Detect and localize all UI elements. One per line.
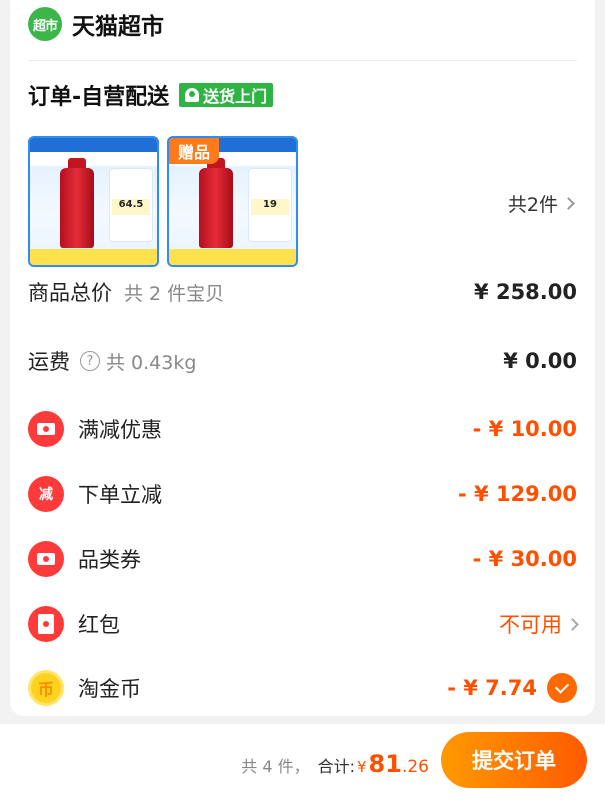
order-total: 共 4 件， 合计: ¥ 81 .26 [241,750,429,778]
shipping-weight: 共 0.43kg [106,351,197,374]
discount-value: - ¥ 30.00 [472,547,577,571]
discount-label: 红包 [78,613,120,637]
product-price-tag: 19 [251,199,289,215]
discount-row[interactable]: 减 下单立减 - ¥ 129.00 [28,474,577,514]
coin-row[interactable]: 币 淘金币 - ¥ 7.74 [28,668,577,708]
footer-bar: 共 4 件， 合计: ¥ 81 .26 提交订单 [0,724,605,800]
person-icon [185,88,200,102]
discount-label: 淘金币 [78,677,141,701]
store-header[interactable]: 超市 天猫超市 [28,6,164,42]
red-envelope-row[interactable]: 红包 不可用 [28,604,579,644]
product-image [60,168,94,248]
total-currency: ¥ [357,758,367,776]
discount-row[interactable]: 满减优惠 - ¥ 10.00 [28,409,577,449]
shipping-label: 运费 [28,350,70,374]
red-envelope-status: 不可用 [499,609,579,639]
coin-icon: 币 [28,670,64,706]
item-count-label: 共2件 [507,194,558,216]
chevron-right-icon [566,617,579,631]
total-integer: 81 [368,750,402,778]
total-label: 合计: [317,757,355,776]
chevron-right-icon [562,197,575,210]
question-icon[interactable]: ? [80,351,100,371]
checkmark-icon[interactable] [547,673,577,703]
store-logo: 超市 [28,7,62,41]
coin-value: - ¥ 7.74 [447,673,577,703]
product-thumbnail[interactable]: 64.5 [28,136,159,267]
divider [28,60,577,61]
store-name: 天猫超市 [72,14,164,40]
shipping-value: ¥ 0.00 [503,349,577,373]
discount-label: 下单立减 [78,483,162,507]
discount-row[interactable]: 品类券 - ¥ 30.00 [28,539,577,579]
item-count-link[interactable]: 共2件 [507,190,575,217]
goods-total-row: 商品总价 共 2 件宝贝 ¥ 258.00 [28,276,577,308]
submit-order-button[interactable]: 提交订单 [441,732,587,788]
order-header: 订单-自营配送 送货上门 [28,80,274,110]
order-card: 超市 天猫超市 订单-自营配送 送货上门 64.5 19 赠品 共2件 商品总价… [10,0,595,716]
total-count: 共 4 件， [241,757,310,776]
product-price-tag: 64.5 [112,199,150,215]
delivery-badge: 送货上门 [179,83,274,107]
product-thumbnail[interactable]: 19 赠品 [167,136,298,267]
ticket-icon [28,411,64,447]
shipping-row: 运费 ? 共 0.43kg ¥ 0.00 [28,345,577,377]
discount-value: - ¥ 10.00 [472,417,577,441]
discount-label: 品类券 [78,548,141,572]
order-title: 订单-自营配送 [28,85,170,110]
goods-total-label: 商品总价 [28,281,112,305]
discount-value: - ¥ 129.00 [458,482,577,506]
goods-total-value: ¥ 258.00 [474,280,577,304]
total-decimal: .26 [401,757,429,777]
gift-tag: 赠品 [169,138,219,164]
delivery-badge-label: 送货上门 [203,87,268,106]
discount-label: 满减优惠 [78,418,162,442]
reduce-icon: 减 [28,476,64,512]
goods-total-sub: 共 2 件宝贝 [124,282,225,305]
product-image [199,168,233,248]
ticket-icon [28,541,64,577]
red-envelope-icon [28,606,64,642]
